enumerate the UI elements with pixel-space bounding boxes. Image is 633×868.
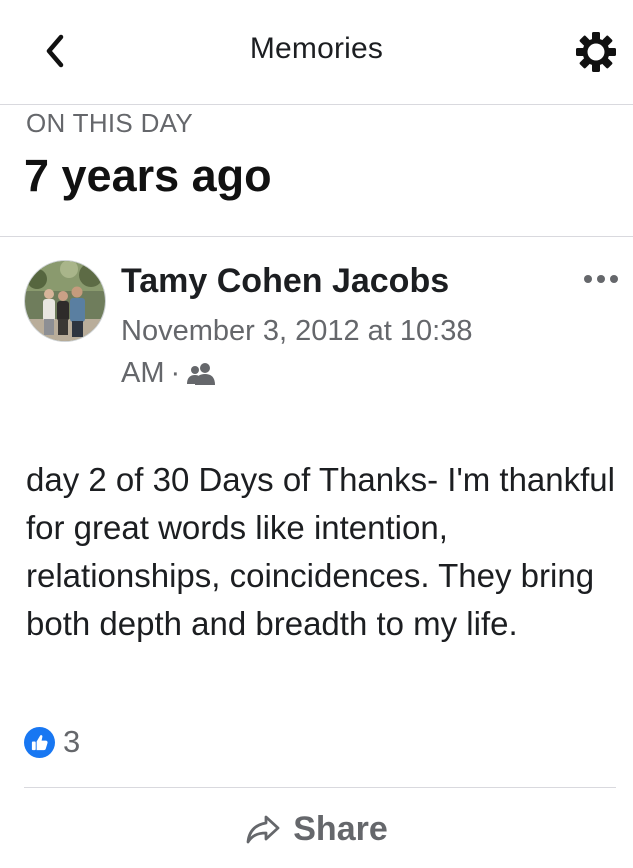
years-ago-heading: 7 years ago (24, 150, 272, 201)
friends-icon[interactable] (186, 356, 218, 398)
on-this-day-label: ON THIS DAY (26, 108, 194, 138)
meta-separator: · (170, 357, 181, 389)
avatar[interactable] (24, 260, 106, 342)
share-arrow-icon (246, 815, 280, 844)
like-count: 3 (63, 724, 81, 759)
reaction-summary[interactable]: 3 (24, 724, 80, 760)
share-button[interactable]: Share (0, 800, 633, 858)
actions-divider (24, 787, 616, 788)
page-title: Memories (249, 32, 384, 65)
share-label: Share (293, 809, 388, 848)
section-divider (0, 236, 633, 237)
post-text: day 2 of 30 Days of Thanks- I'm thankful… (26, 461, 615, 642)
post-author-name[interactable]: Tamy Cohen Jacobs (121, 262, 449, 301)
top-navigation-bar: Memories (0, 0, 633, 105)
gear-icon (576, 32, 616, 72)
post-meta: November 3, 2012 at 10:38 AM · (121, 310, 541, 398)
more-options-icon (584, 275, 618, 283)
thumbs-up-icon (24, 726, 55, 758)
profile-photo (25, 261, 105, 341)
more-options-button[interactable] (578, 264, 624, 294)
settings-button[interactable] (574, 30, 618, 74)
